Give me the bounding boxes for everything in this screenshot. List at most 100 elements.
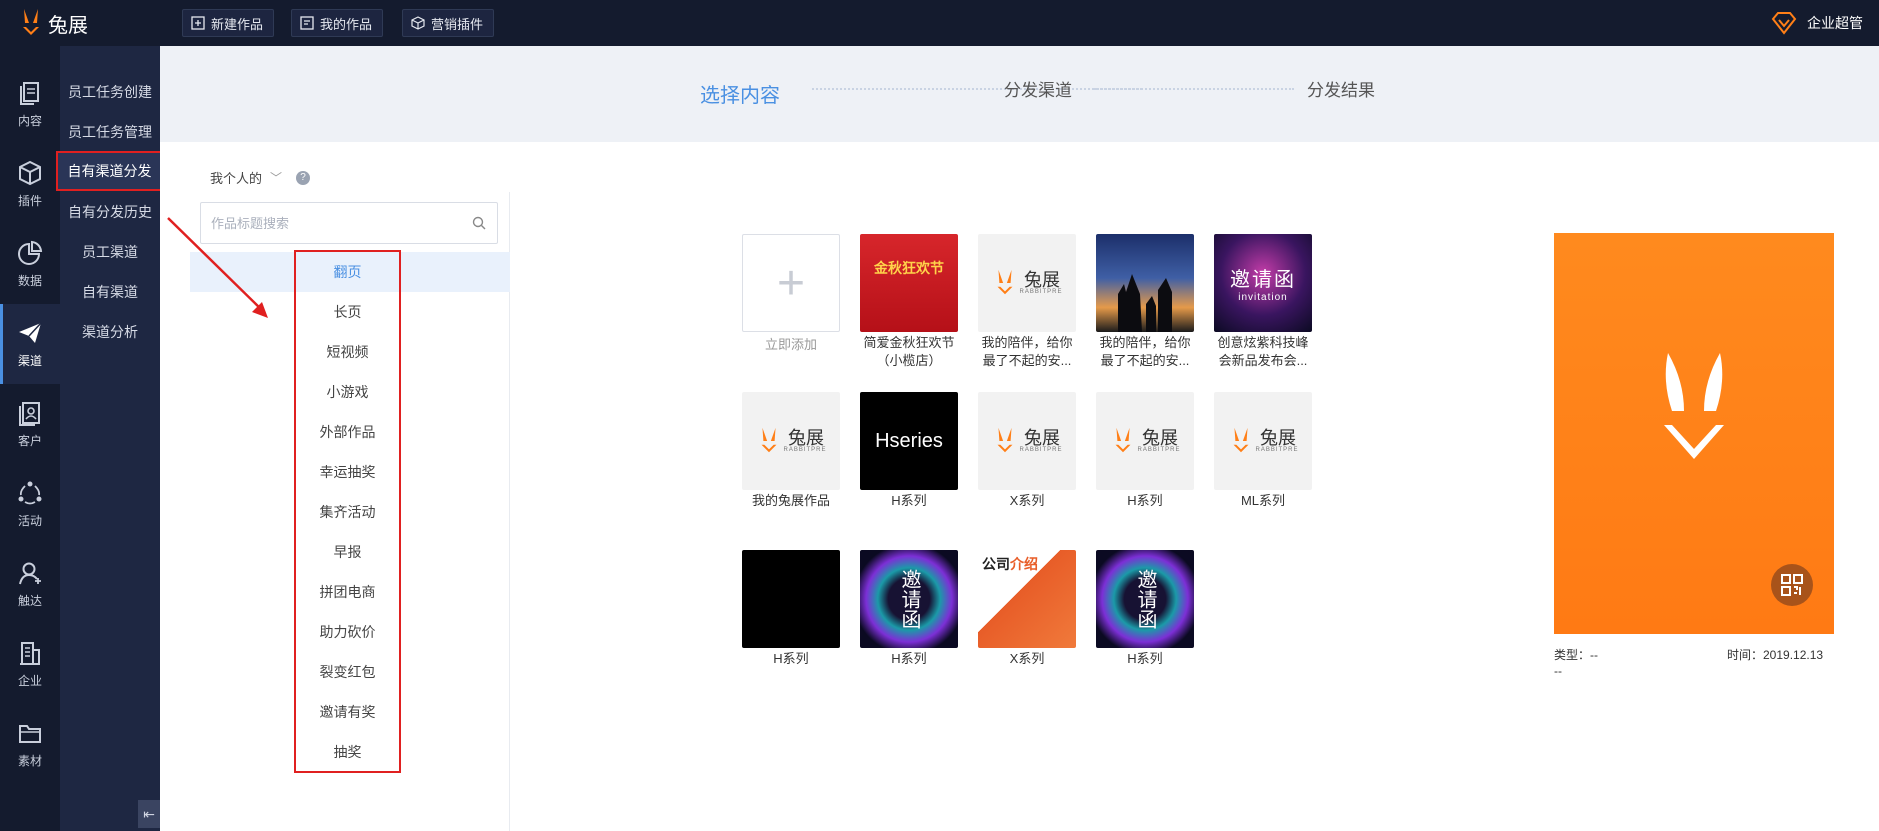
work-card[interactable]: 兔展 RABBITPRE H系列 <box>1095 392 1195 510</box>
work-thumbnail: 邀请函 <box>860 550 958 648</box>
work-card[interactable]: 兔展 RABBITPRE X系列 <box>977 392 1077 510</box>
marketing-plugins-button[interactable]: 营销插件 <box>402 9 495 37</box>
work-thumbnail: 兔展 RABBITPRE <box>978 234 1076 332</box>
work-card[interactable]: 兔展 RABBITPRE 我的兔展作品 <box>741 392 841 510</box>
step-distribution-channels[interactable]: 分发渠道 <box>1004 76 1072 101</box>
nav-label-plugins: 插件 <box>17 193 42 208</box>
brand-tile-name: 兔展 <box>1141 428 1178 448</box>
work-card[interactable]: 兔展 RABBITPRE 我的陪伴，给你最了不起的安... <box>977 234 1077 370</box>
rabbit-logo-icon <box>1234 427 1249 453</box>
work-card[interactable]: Hseries H系列 <box>859 392 959 510</box>
submenu-label: 员工任务管理 <box>68 124 152 140</box>
submenu-staff-task-create[interactable]: 员工任务创建 <box>60 74 160 110</box>
user-menu[interactable]: 企业超管 <box>1771 10 1863 36</box>
cube-icon <box>19 160 41 185</box>
step-connector <box>812 88 1142 90</box>
help-icon[interactable]: ? <box>296 170 311 185</box>
user-icon <box>19 562 41 584</box>
my-works-button[interactable]: 我的作品 <box>291 9 384 37</box>
brand-tile-name: 兔展 <box>1023 270 1060 290</box>
submenu-label: 自有渠道分发 <box>67 163 152 179</box>
category-highlight-box <box>294 250 401 773</box>
brand-logo[interactable]: 兔展 <box>16 6 88 40</box>
work-card[interactable]: 金秋狂欢节 简爱金秋狂欢节（小榄店） <box>859 234 959 370</box>
thumbnail-text-accent: 介绍 <box>1010 556 1038 572</box>
work-thumbnail: 兔展 RABBITPRE <box>1214 392 1312 490</box>
work-card[interactable]: 邀请函 invitation 创意炫紫科技峰会新品发布会... <box>1213 234 1313 370</box>
submenu-channel-analysis[interactable]: 渠道分析 <box>60 314 160 350</box>
chevron-down-icon: ﹀ <box>270 171 283 185</box>
brand-tile-sub: RABBITPRE <box>1255 447 1299 453</box>
submenu-label: 自有分发历史 <box>68 204 152 220</box>
thumbnail-text: Hseries <box>875 429 943 452</box>
add-work-tile[interactable]: + 立即添加 <box>741 234 841 354</box>
pie-chart-icon <box>18 240 43 265</box>
nav-label-content: 内容 <box>17 113 42 128</box>
work-thumbnail: 兔展 RABBITPRE <box>742 392 840 490</box>
pages-icon <box>20 81 39 105</box>
submenu-own-channels[interactable]: 自有渠道 <box>60 274 160 310</box>
preview-type: 类型：-- <box>1554 648 1598 662</box>
work-card[interactable]: 邀请函 H系列 <box>1095 550 1195 668</box>
rabbit-logo-icon <box>23 9 39 35</box>
cube-icon <box>411 16 425 30</box>
search-icon[interactable] <box>471 215 487 231</box>
collapse-icon: ⇤ <box>143 805 155 822</box>
brand-tile-sub: RABBITPRE <box>783 447 827 453</box>
top-bar: 兔展 新建作品 我的作品 营销插件 企业超管 <box>0 0 1879 46</box>
thumbnail-text: 金秋狂欢节 <box>874 260 944 276</box>
new-work-button[interactable]: 新建作品 <box>182 9 275 37</box>
work-thumbnail: 兔展 RABBITPRE <box>1096 392 1194 490</box>
new-work-label: 新建作品 <box>211 16 264 32</box>
cycle-icon <box>18 481 42 504</box>
plus-icon: + <box>742 234 840 332</box>
nav-label-activities: 活动 <box>17 513 42 528</box>
nav-item-activities[interactable]: 活动 <box>0 464 60 544</box>
work-title: H系列 <box>1127 651 1163 666</box>
submenu-staff-task-manage[interactable]: 员工任务管理 <box>60 114 160 150</box>
brand-tile-sub: RABBITPRE <box>1019 289 1063 295</box>
work-card[interactable]: 公司介绍 X系列 <box>977 550 1077 668</box>
nav-item-enterprise[interactable]: 企业 <box>0 624 60 704</box>
contact-card-icon <box>19 401 40 426</box>
work-thumbnail: 公司介绍 <box>978 550 1076 648</box>
brand-tile-sub: RABBITPRE <box>1137 447 1181 453</box>
step-connector <box>1094 88 1294 90</box>
collapse-sidebar-button[interactable]: ⇤ <box>138 800 160 828</box>
work-title: 我的陪伴，给你最了不起的安... <box>1099 335 1191 368</box>
my-works-label: 我的作品 <box>320 16 373 32</box>
scope-dropdown[interactable]: 我个人的 ﹀ ? <box>210 168 311 187</box>
nav-item-reach[interactable]: 触达 <box>0 544 60 624</box>
nav-item-customers[interactable]: 客户 <box>0 384 60 464</box>
submenu-own-distribution[interactable]: 自有渠道分发 <box>56 151 163 191</box>
step-select-content[interactable]: 选择内容 <box>700 79 780 108</box>
nav-item-materials[interactable]: 素材 <box>0 704 60 784</box>
building-icon <box>20 641 40 665</box>
nav-item-data[interactable]: 数据 <box>0 224 60 304</box>
nav-item-content[interactable]: 内容 <box>0 64 60 144</box>
submenu-label: 员工渠道 <box>82 244 138 260</box>
nav-label-enterprise: 企业 <box>17 673 42 688</box>
qr-code-button[interactable] <box>1771 564 1813 606</box>
brand-tile-sub: RABBITPRE <box>1019 447 1063 453</box>
work-card[interactable]: 我的陪伴，给你最了不起的安... <box>1095 234 1195 370</box>
nav-label-materials: 素材 <box>17 753 42 768</box>
work-card[interactable]: H系列 <box>741 550 841 668</box>
thumbnail-text-main: 公司 <box>982 556 1010 572</box>
work-title: H系列 <box>1127 493 1163 508</box>
add-work-label: 立即添加 <box>764 337 817 352</box>
submenu-own-history[interactable]: 自有分发历史 <box>60 194 160 230</box>
nav-item-plugins[interactable]: 插件 <box>0 144 60 224</box>
step-distribution-results[interactable]: 分发结果 <box>1307 76 1375 101</box>
submenu-staff-channels[interactable]: 员工渠道 <box>60 234 160 270</box>
folder-icon <box>19 724 41 743</box>
plus-square-icon <box>191 16 205 30</box>
brand-tile-name: 兔展 <box>1259 428 1296 448</box>
qr-code-icon <box>1781 574 1803 596</box>
rabbit-logo-icon <box>1664 353 1724 459</box>
work-card[interactable]: 兔展 RABBITPRE ML系列 <box>1213 392 1313 510</box>
step-indicator: 选择内容 分发渠道 分发结果 <box>160 46 1879 142</box>
work-card[interactable]: 邀请函 H系列 <box>859 550 959 668</box>
nav-item-channels[interactable]: 渠道 <box>0 304 60 384</box>
thumbnail-text: 邀请函 <box>1134 569 1156 629</box>
